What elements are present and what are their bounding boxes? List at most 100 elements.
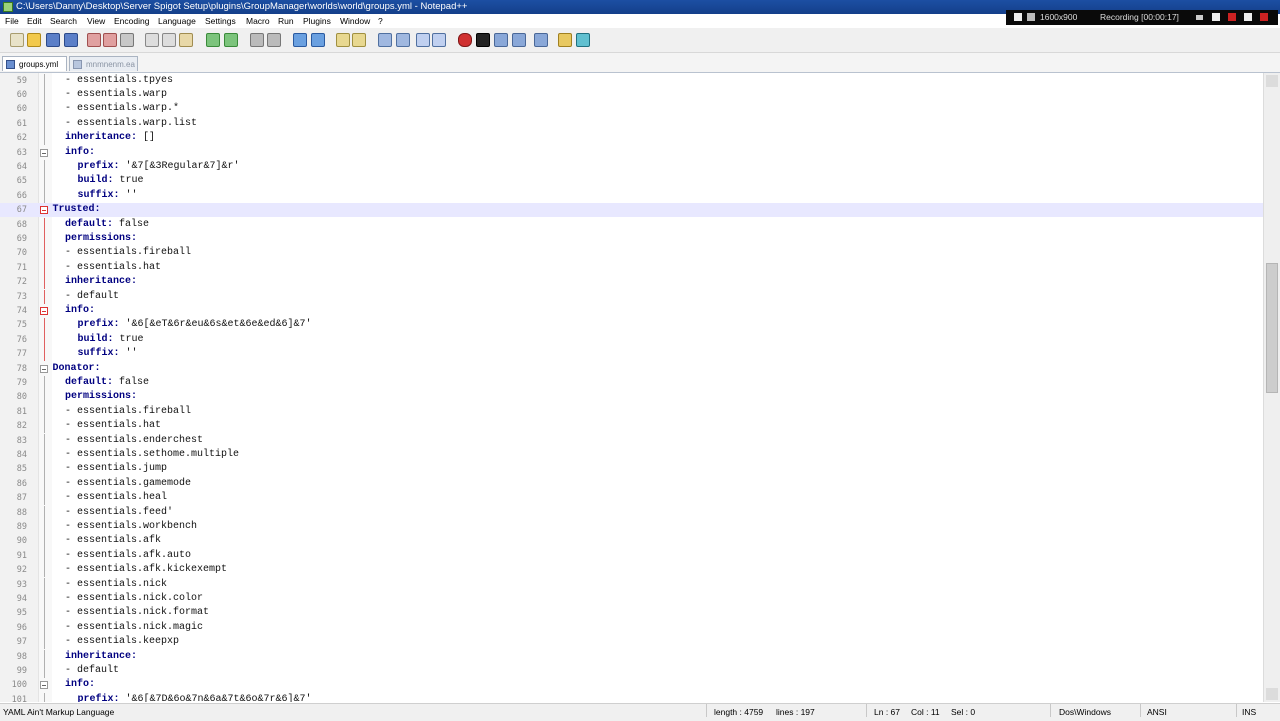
record-icon[interactable] <box>1228 13 1236 21</box>
menu-help[interactable]: ? <box>378 14 383 28</box>
scroll-down-icon[interactable] <box>1266 688 1278 700</box>
code-line[interactable]: 98 inheritance: <box>0 649 1263 664</box>
code-line[interactable]: 85 - essentials.jump <box>0 462 1263 477</box>
document-map-icon[interactable] <box>432 33 446 47</box>
fold-toggle-icon[interactable] <box>40 206 48 215</box>
code-line[interactable]: 87 - essentials.heal <box>0 491 1263 506</box>
folder-icon[interactable] <box>558 33 572 47</box>
camera-icon[interactable] <box>1212 13 1220 21</box>
code-line[interactable]: 60 - essentials.warp.* <box>0 102 1263 117</box>
menu-plugins[interactable]: Plugins <box>303 14 331 28</box>
code-line[interactable]: 59 - essentials.tpyes <box>0 73 1263 88</box>
close-icon[interactable] <box>1260 13 1268 21</box>
menu-file[interactable]: File <box>5 14 19 28</box>
code-line[interactable]: 70 - essentials.fireball <box>0 246 1263 261</box>
code-line[interactable]: 92 - essentials.afk.kickexempt <box>0 563 1263 578</box>
code-line[interactable]: 72 inheritance: <box>0 275 1263 290</box>
code-line[interactable]: 79 default: false <box>0 375 1263 391</box>
tab-second-file[interactable]: mnmnenm.ea <box>69 56 138 71</box>
find-icon[interactable] <box>250 33 264 47</box>
tab-groups-yml[interactable]: groups.yml <box>2 56 67 71</box>
menu-settings[interactable]: Settings <box>205 14 236 28</box>
code-line[interactable]: 60 - essentials.warp <box>0 87 1263 103</box>
paste-icon[interactable] <box>179 33 193 47</box>
undo-icon[interactable] <box>206 33 220 47</box>
indent-guide-icon[interactable] <box>416 33 430 47</box>
code-line[interactable]: 101 prefix: '&6[&7D&6o&7n&6a&7t&6o&7r&6]&… <box>0 692 1263 702</box>
macro-record-icon[interactable] <box>458 33 472 47</box>
stop-icon[interactable] <box>1244 13 1252 21</box>
code-line[interactable]: 100 info: <box>0 678 1263 692</box>
code-line[interactable]: 93 - essentials.nick <box>0 577 1263 592</box>
code-line[interactable]: 61 - essentials.warp.list <box>0 116 1263 132</box>
open-file-icon[interactable] <box>27 33 41 47</box>
sync-vertical-icon[interactable] <box>336 33 350 47</box>
redo-icon[interactable] <box>224 33 238 47</box>
code-line[interactable]: 73 - default <box>0 289 1263 304</box>
code-line[interactable]: 89 - essentials.workbench <box>0 519 1263 535</box>
code-line[interactable]: 69 permissions: <box>0 231 1263 247</box>
code-line[interactable]: 63 info: <box>0 146 1263 160</box>
scroll-up-icon[interactable] <box>1266 75 1278 87</box>
menu-edit[interactable]: Edit <box>27 14 42 28</box>
fold-toggle-icon[interactable] <box>40 306 48 315</box>
code-line[interactable]: 65 build: true <box>0 174 1263 189</box>
code-line[interactable]: 94 - essentials.nick.color <box>0 591 1263 607</box>
code-line[interactable]: 78 Donator: <box>0 362 1263 376</box>
word-wrap-icon[interactable] <box>378 33 392 47</box>
menu-view[interactable]: View <box>87 14 105 28</box>
code-line[interactable]: 88 - essentials.feed' <box>0 505 1263 520</box>
show-all-characters-icon[interactable] <box>396 33 410 47</box>
code-line[interactable]: 82 - essentials.hat <box>0 419 1263 434</box>
code-line[interactable]: 86 - essentials.gamemode <box>0 476 1263 492</box>
code-line[interactable]: 83 - essentials.enderchest <box>0 433 1263 448</box>
code-line[interactable]: 97 - essentials.keepxp <box>0 635 1263 650</box>
zoom-icon[interactable] <box>1027 13 1035 21</box>
vertical-scrollbar[interactable] <box>1263 73 1280 702</box>
code-line[interactable]: 99 - default <box>0 663 1263 679</box>
scrollbar-thumb[interactable] <box>1266 263 1278 393</box>
code-line[interactable]: 68 default: false <box>0 217 1263 232</box>
save-all-icon[interactable] <box>64 33 78 47</box>
menu-search[interactable]: Search <box>50 14 77 28</box>
fold-toggle-icon[interactable] <box>40 148 48 157</box>
pin-icon[interactable] <box>1014 13 1022 21</box>
spellcheck-icon[interactable] <box>576 33 590 47</box>
fold-toggle-icon[interactable] <box>40 681 48 690</box>
zoom-in-icon[interactable] <box>293 33 307 47</box>
code-line[interactable]: 62 inheritance: [] <box>0 131 1263 146</box>
close-all-icon[interactable] <box>103 33 117 47</box>
code-line[interactable]: 95 - essentials.nick.format <box>0 606 1263 621</box>
menu-encoding[interactable]: Encoding <box>114 14 149 28</box>
code-line[interactable]: 90 - essentials.afk <box>0 534 1263 549</box>
code-line[interactable]: 81 - essentials.fireball <box>0 404 1263 420</box>
code-line[interactable]: 91 - essentials.afk.auto <box>0 548 1263 564</box>
code-line[interactable]: 66 suffix: '' <box>0 188 1263 204</box>
code-line[interactable]: 77 suffix: '' <box>0 347 1263 362</box>
code-line[interactable]: 74 info: <box>0 304 1263 318</box>
cut-icon[interactable] <box>145 33 159 47</box>
sync-horizontal-icon[interactable] <box>352 33 366 47</box>
code-line[interactable]: 96 - essentials.nick.magic <box>0 620 1263 636</box>
zoom-out-icon[interactable] <box>311 33 325 47</box>
code-line[interactable]: 64 prefix: '&7[&3Regular&7]&r' <box>0 159 1263 175</box>
code-line[interactable]: 71 - essentials.hat <box>0 260 1263 276</box>
macro-save-icon[interactable] <box>534 33 548 47</box>
code-line[interactable]: 76 build: true <box>0 332 1263 348</box>
replace-icon[interactable] <box>267 33 281 47</box>
copy-icon[interactable] <box>162 33 176 47</box>
menu-language[interactable]: Language <box>158 14 196 28</box>
menu-run[interactable]: Run <box>278 14 294 28</box>
code-line[interactable]: 75 prefix: '&6[&eT&6r&eu&6s&et&6e&ed&6]&7… <box>0 318 1263 333</box>
macro-run-multiple-icon[interactable] <box>512 33 526 47</box>
code-line[interactable]: 80 permissions: <box>0 390 1263 405</box>
fold-toggle-icon[interactable] <box>40 364 48 373</box>
code-line[interactable]: 67 Trusted: <box>0 203 1263 218</box>
close-file-icon[interactable] <box>87 33 101 47</box>
menu-window[interactable]: Window <box>340 14 370 28</box>
save-icon[interactable] <box>46 33 60 47</box>
menu-macro[interactable]: Macro <box>246 14 270 28</box>
editor[interactable]: 59- essentials.tpyes 60- essentials.warp 6… <box>0 73 1263 702</box>
macro-stop-icon[interactable] <box>476 33 490 47</box>
chevron-down-icon[interactable] <box>1196 15 1203 20</box>
